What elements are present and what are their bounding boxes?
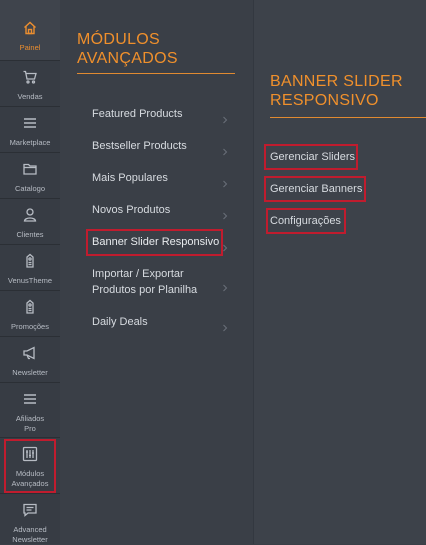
submenu-item-label: Featured Products <box>92 108 183 120</box>
submenu-item-label: Daily Deals <box>92 316 148 328</box>
highlight-box-gerenciar-sliders <box>264 144 358 170</box>
highlight-box-configuracoes <box>266 208 346 234</box>
sidebar-item-label: Catalogo <box>14 184 46 193</box>
sidebar-item-marketplace[interactable]: Marketplace <box>0 107 60 153</box>
submenu-item-mais-populares[interactable]: Mais Populares <box>92 170 232 186</box>
submenu-item-importar-exportar[interactable]: Importar / Exportar Produtos por Planilh… <box>92 266 210 298</box>
chevron-right-icon <box>221 279 229 292</box>
sidebar-item-catalogo[interactable]: Catalogo <box>0 153 60 199</box>
tag-icon <box>0 253 60 275</box>
cart-icon <box>0 69 60 91</box>
megaphone-icon <box>0 345 60 367</box>
sidebar-item-promocoes[interactable]: Promoções <box>0 291 60 337</box>
sidebar-item-vendas[interactable]: Vendas <box>0 61 60 107</box>
flyout-panel: BANNER SLIDER RESPONSIVO Gerenciar Slide… <box>253 0 426 544</box>
sidebar-item-venustheme[interactable]: VenusTheme <box>0 245 60 291</box>
flyout-title-divider <box>270 117 426 118</box>
sidebar-item-label: Promoções <box>11 322 49 331</box>
submenu-item-label: Importar / Exportar Produtos por Planilh… <box>92 268 198 296</box>
highlight-box-banner-slider <box>86 229 223 256</box>
submenu-item-daily-deals[interactable]: Daily Deals <box>92 314 232 330</box>
sidebar-item-label: Painel <box>19 43 41 52</box>
home-icon <box>0 20 60 42</box>
submenu-item-label: Mais Populares <box>92 172 168 184</box>
admin-sidebar: Painel Vendas Marketplace Catalogo Clien… <box>0 0 60 544</box>
submenu-item-label: Bestseller Products <box>92 140 187 152</box>
submenu-item-label: Novos Produtos <box>92 204 171 216</box>
sidebar-item-label: Advanced Newsletter <box>12 525 48 544</box>
chevron-right-icon <box>221 207 229 220</box>
sidebar-item-newsletter[interactable]: Newsletter <box>0 337 60 383</box>
sidebar-item-label: VenusTheme <box>7 276 53 285</box>
submenu-title-divider <box>77 73 235 74</box>
tag-icon <box>0 299 60 321</box>
submenu-item-bestseller-products[interactable]: Bestseller Products <box>92 138 232 154</box>
user-icon <box>0 207 60 229</box>
sidebar-item-label: Marketplace <box>9 138 51 147</box>
submenu-panel: MÓDULOS AVANÇADOS Featured Products Best… <box>61 0 253 544</box>
sidebar-item-afiliados-pro[interactable]: Afiliados Pro <box>0 383 60 438</box>
sidebar-item-advanced-newsletter[interactable]: Advanced Newsletter <box>0 494 60 544</box>
message-icon <box>0 502 60 524</box>
sidebar-item-label: Vendas <box>17 92 43 101</box>
menu-icon <box>0 391 60 413</box>
submenu-title: MÓDULOS AVANÇADOS <box>77 31 178 67</box>
sidebar-item-label: Newsletter <box>12 368 48 377</box>
flyout-title: BANNER SLIDER RESPONSIVO <box>270 73 403 109</box>
highlight-box-modulos <box>4 439 56 493</box>
highlight-box-gerenciar-banners <box>264 176 366 202</box>
chevron-right-icon <box>221 175 229 188</box>
submenu-item-novos-produtos[interactable]: Novos Produtos <box>92 202 232 218</box>
sidebar-item-painel[interactable]: Painel <box>0 0 60 61</box>
chevron-right-icon <box>221 319 229 332</box>
menu-icon <box>0 115 60 137</box>
chevron-right-icon <box>221 111 229 124</box>
chevron-right-icon <box>221 143 229 156</box>
sidebar-item-label: Afiliados Pro <box>15 414 45 433</box>
folder-icon <box>0 161 60 183</box>
sidebar-item-clientes[interactable]: Clientes <box>0 199 60 245</box>
submenu-item-featured-products[interactable]: Featured Products <box>92 106 232 122</box>
sidebar-item-label: Clientes <box>16 230 44 239</box>
